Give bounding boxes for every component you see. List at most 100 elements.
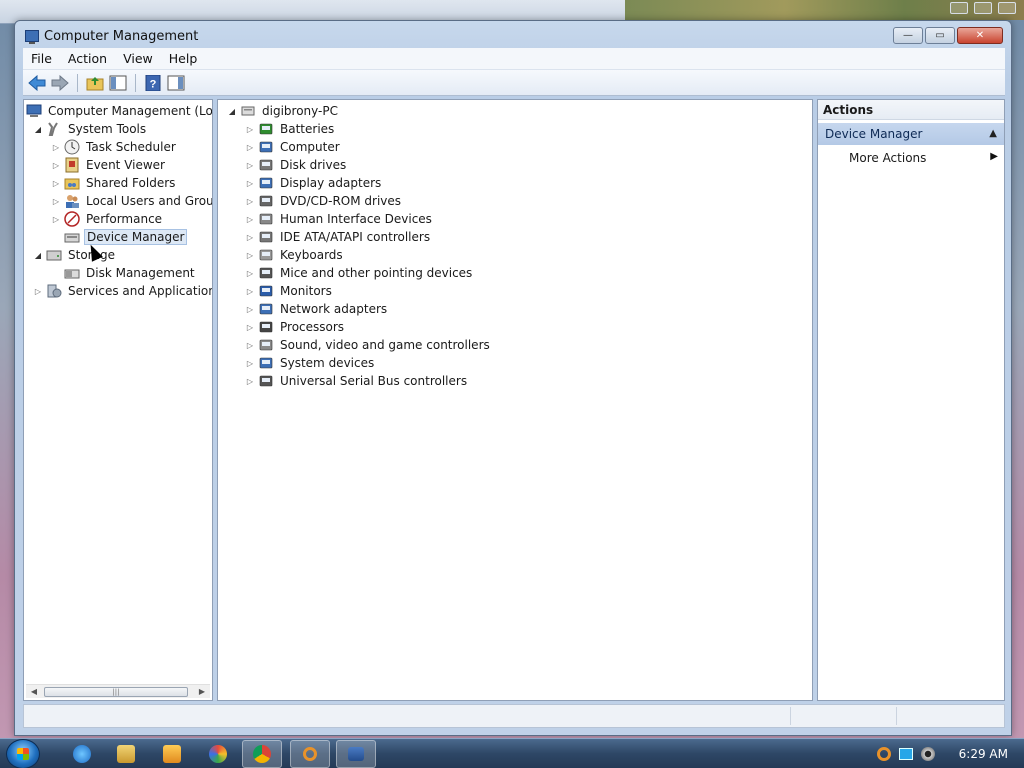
device-category-row[interactable]: ▷ Mice and other pointing devices (244, 264, 474, 282)
show-hide-action-pane-icon[interactable] (166, 73, 186, 93)
device-category-row[interactable]: ▷ Processors (244, 318, 346, 336)
clock[interactable]: 6:29 AM (959, 747, 1008, 761)
expand-arrow-icon[interactable]: ▷ (50, 141, 62, 153)
expand-arrow-icon[interactable]: ▷ (32, 285, 44, 297)
menu-view[interactable]: View (115, 51, 161, 66)
expand-arrow-icon[interactable]: ▷ (244, 303, 256, 315)
computer-management-icon[interactable] (336, 740, 376, 768)
tree-item-system-tools[interactable]: ◢ System Tools (32, 120, 148, 138)
scroll-right-icon[interactable]: ▶ (196, 686, 208, 698)
clock-icon (64, 139, 80, 155)
device-manager-icon (64, 229, 80, 245)
tree-item-device-manager[interactable]: Device Manager (50, 228, 188, 246)
maximize-button[interactable]: ▭ (925, 27, 955, 44)
collapse-arrow-icon[interactable]: ◢ (32, 123, 44, 135)
expand-arrow-icon[interactable]: ▷ (244, 195, 256, 207)
windows-explorer-icon[interactable] (106, 740, 146, 768)
tree-item-disk-management[interactable]: Disk Management (50, 264, 197, 282)
expand-arrow-icon[interactable]: ▷ (244, 159, 256, 171)
tree-item-performance[interactable]: ▷ Performance (50, 210, 164, 228)
chrome-icon[interactable] (242, 740, 282, 768)
expand-arrow-icon[interactable]: ▷ (244, 123, 256, 135)
scroll-thumb[interactable]: ||| (44, 687, 188, 697)
internet-explorer-icon[interactable] (62, 740, 102, 768)
scroll-left-icon[interactable]: ◀ (28, 686, 40, 698)
expand-arrow-icon[interactable]: ▷ (244, 285, 256, 297)
device-category-row[interactable]: ▷ IDE ATA/ATAPI controllers (244, 228, 432, 246)
expand-arrow-icon[interactable]: ▷ (50, 195, 62, 207)
collapse-arrow-icon[interactable]: ◢ (226, 105, 238, 117)
keyboard-icon (258, 247, 274, 263)
device-category-row[interactable]: ▷ Human Interface Devices (244, 210, 434, 228)
device-category-row[interactable]: ▷ Universal Serial Bus controllers (244, 372, 469, 390)
device-category-label: Keyboards (280, 248, 343, 262)
device-category-row[interactable]: ▷ Monitors (244, 282, 334, 300)
title-bar[interactable]: Computer Management — ▭ ✕ (15, 21, 1011, 51)
usb-icon (258, 373, 274, 389)
system-devices-icon (258, 355, 274, 371)
device-category-row[interactable]: ▷ Keyboards (244, 246, 345, 264)
tree-item-services-apps[interactable]: ▷ Services and Applications (32, 282, 212, 300)
expand-arrow-icon[interactable]: ▷ (244, 177, 256, 189)
content-area: Computer Management (Local ◢ System Tool… (23, 99, 1005, 701)
device-category-row[interactable]: ▷ Sound, video and game controllers (244, 336, 492, 354)
collapse-arrow-icon[interactable]: ◢ (32, 249, 44, 261)
display-tray-icon[interactable] (898, 748, 913, 760)
expand-arrow-icon[interactable]: ▷ (50, 159, 62, 171)
more-actions-item[interactable]: More Actions ▶ (818, 148, 1004, 168)
menu-help[interactable]: Help (161, 51, 206, 66)
tree-item-task-scheduler[interactable]: ▷ Task Scheduler (50, 138, 178, 156)
actions-group-device-manager[interactable]: Device Manager ▲ (818, 123, 1004, 145)
tree-root[interactable]: Computer Management (Local (26, 102, 212, 120)
expand-arrow-icon[interactable]: ▷ (244, 357, 256, 369)
forward-arrow-icon[interactable] (50, 73, 70, 93)
system-tray: 6:29 AM (876, 739, 1016, 768)
expand-arrow-icon[interactable]: ▷ (244, 375, 256, 387)
shared-folder-icon (64, 175, 80, 191)
close-button[interactable]: ✕ (957, 27, 1003, 44)
expand-arrow-icon[interactable]: ▷ (244, 249, 256, 261)
expand-arrow-icon[interactable]: ▷ (244, 141, 256, 153)
device-tree-root[interactable]: ◢ digibrony-PC (226, 102, 340, 120)
tree-item-event-viewer[interactable]: ▷ Event Viewer (50, 156, 167, 174)
start-button[interactable] (6, 739, 40, 768)
expand-arrow-icon[interactable]: ▷ (244, 213, 256, 225)
help-icon[interactable]: ? (143, 73, 163, 93)
tree-item-storage[interactable]: ◢ Storage (32, 246, 117, 264)
expand-arrow-icon[interactable]: ▷ (244, 339, 256, 351)
horizontal-scrollbar[interactable]: ◀ ||| ▶ (26, 684, 210, 698)
expand-arrow-icon[interactable]: ▷ (244, 231, 256, 243)
actions-pane: Actions Device Manager ▲ More Actions ▶ (817, 99, 1005, 701)
device-category-row[interactable]: ▷ Network adapters (244, 300, 389, 318)
expand-arrow-icon[interactable]: ▷ (50, 213, 62, 225)
show-hide-console-tree-icon[interactable] (108, 73, 128, 93)
tree-label: Event Viewer (86, 158, 165, 172)
device-category-label: Batteries (280, 122, 335, 136)
expand-arrow-icon[interactable]: ▷ (244, 321, 256, 333)
back-arrow-icon[interactable] (27, 73, 47, 93)
collapse-caret-icon[interactable]: ▲ (989, 128, 997, 139)
device-category-row[interactable]: ▷ DVD/CD-ROM drives (244, 192, 403, 210)
up-folder-icon[interactable] (85, 73, 105, 93)
media-player-icon[interactable] (152, 740, 192, 768)
tree-item-shared-folders[interactable]: ▷ Shared Folders (50, 174, 177, 192)
menu-file[interactable]: File (23, 51, 60, 66)
webcam-tray-icon[interactable] (920, 747, 935, 761)
search-tool-icon[interactable] (290, 740, 330, 768)
minimize-button[interactable]: — (893, 27, 923, 44)
device-category-row[interactable]: ▷ Display adapters (244, 174, 383, 192)
expand-arrow-icon[interactable]: ▷ (50, 177, 62, 189)
mouse-icon (258, 265, 274, 281)
search-tray-icon[interactable] (876, 747, 891, 761)
device-category-label: IDE ATA/ATAPI controllers (280, 230, 431, 244)
device-category-row[interactable]: ▷ Disk drives (244, 156, 348, 174)
expand-arrow-icon[interactable]: ▷ (244, 267, 256, 279)
menu-action[interactable]: Action (60, 51, 115, 66)
device-category-row[interactable]: ▷ System devices (244, 354, 376, 372)
device-category-row[interactable]: ▷ Computer (244, 138, 342, 156)
device-category-label: DVD/CD-ROM drives (280, 194, 402, 208)
paint-icon[interactable] (198, 740, 238, 768)
tree-item-local-users[interactable]: ▷ Local Users and Groups (50, 192, 212, 210)
device-category-row[interactable]: ▷ Batteries (244, 120, 336, 138)
